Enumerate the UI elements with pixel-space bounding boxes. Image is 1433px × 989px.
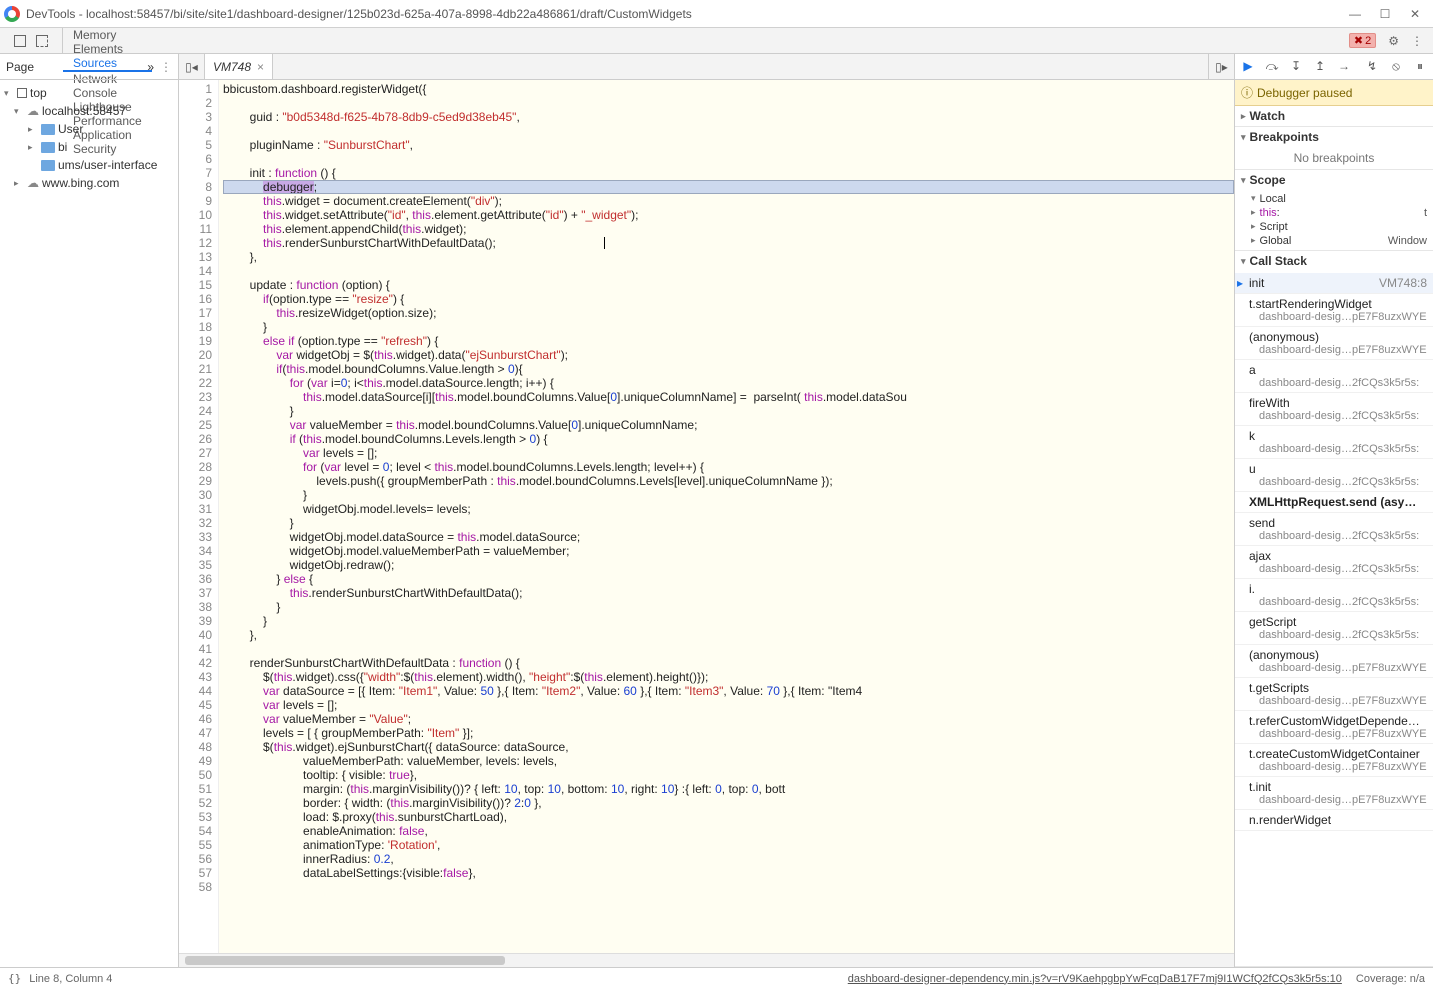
pause-on-exceptions-icon[interactable]: ⦸ [1389,59,1403,74]
stack-frame[interactable]: XMLHttpRequest.send (asy… [1235,492,1433,513]
window-titlebar: DevTools - localhost:58457/bi/site/site1… [0,0,1433,28]
coverage-status: Coverage: n/a [1356,973,1425,985]
stack-frame[interactable]: adashboard-desig…2fCQs3k5r5s: [1235,360,1433,393]
step-over-icon[interactable]: ⤼ [1265,59,1279,74]
close-tab-icon[interactable]: × [257,60,264,74]
stack-frame[interactable]: (anonymous)dashboard-desig…pE7F8uzxWYE [1235,327,1433,360]
deactivate-breakpoints-icon[interactable]: ↯ [1365,59,1379,74]
cursor-position: Line 8, Column 4 [29,973,112,985]
more-menu-icon[interactable]: ⋮ [1411,34,1423,48]
tree-item[interactable]: ▾☁localhost:58457 [0,102,178,120]
tree-item[interactable]: ▸User [0,120,178,138]
folder-icon [41,124,55,135]
tree-item[interactable]: ▸bi [0,138,178,156]
tree-item-label: ums/user-interface [58,158,157,172]
inspect-element-icon[interactable] [14,35,26,47]
stack-frame[interactable]: initVM748:8 [1235,273,1433,294]
breakpoints-section[interactable]: ▾Breakpoints [1235,127,1433,147]
paused-banner: ⓘ Debugger paused [1235,80,1433,106]
resume-icon[interactable]: ▶ [1241,59,1255,74]
tree-item-label: localhost:58457 [42,104,126,118]
info-icon: ⓘ [1241,84,1253,101]
breakpoints-label: Breakpoints [1250,130,1319,144]
step-out-icon[interactable]: ↥ [1313,59,1327,74]
callstack-label: Call Stack [1250,254,1307,268]
tree-item-label: www.bing.com [42,176,119,190]
stack-frame[interactable]: (anonymous)dashboard-desig…pE7F8uzxWYE [1235,645,1433,678]
devtools-tabstrip: MemoryElementsSourcesNetworkConsoleLight… [0,28,1433,54]
stack-frame[interactable]: ajaxdashboard-desig…2fCQs3k5r5s: [1235,546,1433,579]
no-breakpoints-msg: No breakpoints [1235,147,1433,169]
pause-icon[interactable]: ⏸ [1413,59,1427,74]
source-link[interactable]: dashboard-designer-dependency.min.js?v=r… [848,973,1342,985]
error-count: 2 [1365,35,1371,47]
editor-nav-toggle[interactable]: ▯◂ [179,54,205,79]
window-title: DevTools - localhost:58457/bi/site/site1… [26,7,1349,21]
watch-label: Watch [1250,109,1286,123]
bracket-icon[interactable]: {} [8,972,21,985]
stack-frame[interactable]: t.startRenderingWidgetdashboard-desig…pE… [1235,294,1433,327]
scope-row[interactable]: ▸this: t [1235,206,1433,220]
status-bar: {} Line 8, Column 4 dashboard-designer-d… [0,967,1433,989]
page-panel-more-icon[interactable]: » [147,60,154,74]
scope-label: Scope [1250,173,1286,187]
folder-icon [41,142,55,153]
stack-frame[interactable]: t.getScriptsdashboard-desig…pE7F8uzxWYE [1235,678,1433,711]
device-toggle-icon[interactable] [36,35,48,47]
stack-frame[interactable]: getScriptdashboard-desig…2fCQs3k5r5s: [1235,612,1433,645]
watch-section[interactable]: ▸Watch [1235,106,1433,126]
stack-frame[interactable]: udashboard-desig…2fCQs3k5r5s: [1235,459,1433,492]
tree-item-label: bi [58,140,67,154]
stack-frame[interactable]: n.renderWidget [1235,810,1433,831]
scope-section[interactable]: ▾Scope [1235,170,1433,190]
minimize-button[interactable]: — [1349,7,1361,21]
maximize-button[interactable]: ☐ [1379,7,1391,21]
tree-item[interactable]: ▸☁www.bing.com [0,174,178,192]
stack-frame[interactable]: kdashboard-desig…2fCQs3k5r5s: [1235,426,1433,459]
cloud-icon: ☁ [27,176,39,190]
stack-frame[interactable]: senddashboard-desig…2fCQs3k5r5s: [1235,513,1433,546]
page-panel-menu-icon[interactable]: ⋮ [160,60,172,74]
horizontal-scrollbar[interactable] [179,953,1234,967]
scope-row[interactable]: ▸Script [1235,220,1433,234]
folder-icon [41,160,55,171]
paused-label: Debugger paused [1257,86,1352,100]
frame-icon [17,88,27,98]
stack-frame[interactable]: t.referCustomWidgetDepende…dashboard-des… [1235,711,1433,744]
stack-frame[interactable]: i.dashboard-desig…2fCQs3k5r5s: [1235,579,1433,612]
file-tree[interactable]: ▾top▾☁localhost:58457▸User▸bi ums/user-in… [0,80,178,196]
editor-tab-label: VM748 [213,60,251,74]
callstack-section[interactable]: ▾Call Stack [1235,251,1433,271]
debugger-toolbar: ▶ ⤼ ↧ ↥ → ↯ ⦸ ⏸ [1235,54,1433,80]
scope-row[interactable]: ▾Local [1235,192,1433,206]
page-panel: Page » ⋮ ▾top▾☁localhost:58457▸User▸bi um… [0,54,179,967]
tree-item-label: top [30,86,47,100]
debugger-panel: ▶ ⤼ ↧ ↥ → ↯ ⦸ ⏸ ⓘ Debugger paused ▸Watch… [1234,54,1433,967]
close-window-button[interactable]: ✕ [1409,7,1421,21]
stack-frame[interactable]: t.initdashboard-desig…pE7F8uzxWYE [1235,777,1433,810]
stack-frame[interactable]: fireWithdashboard-desig…2fCQs3k5r5s: [1235,393,1433,426]
stack-frame[interactable]: t.createCustomWidgetContainerdashboard-d… [1235,744,1433,777]
settings-icon[interactable]: ⚙ [1388,34,1399,48]
tab-memory[interactable]: Memory [63,28,152,42]
step-icon[interactable]: → [1337,59,1351,74]
step-into-icon[interactable]: ↧ [1289,59,1303,74]
editor-panel: ▯◂ VM748 × ▯▸ 12345678910111213141516171… [179,54,1234,967]
tree-item[interactable]: ▾top [0,84,178,102]
tree-item-label: User [58,122,83,136]
error-badge[interactable]: ✖ 2 [1349,33,1376,48]
scope-row[interactable]: ▸GlobalWindow [1235,234,1433,248]
editor-tab-vm748[interactable]: VM748 × [205,54,273,79]
cloud-icon: ☁ [27,104,39,118]
tree-item[interactable]: ums/user-interface [0,156,178,174]
page-panel-title: Page [6,60,141,74]
chrome-icon [4,6,20,22]
code-editor[interactable]: 1234567891011121314151617181920212223242… [179,80,1234,953]
editor-nav-right[interactable]: ▯▸ [1208,54,1234,79]
